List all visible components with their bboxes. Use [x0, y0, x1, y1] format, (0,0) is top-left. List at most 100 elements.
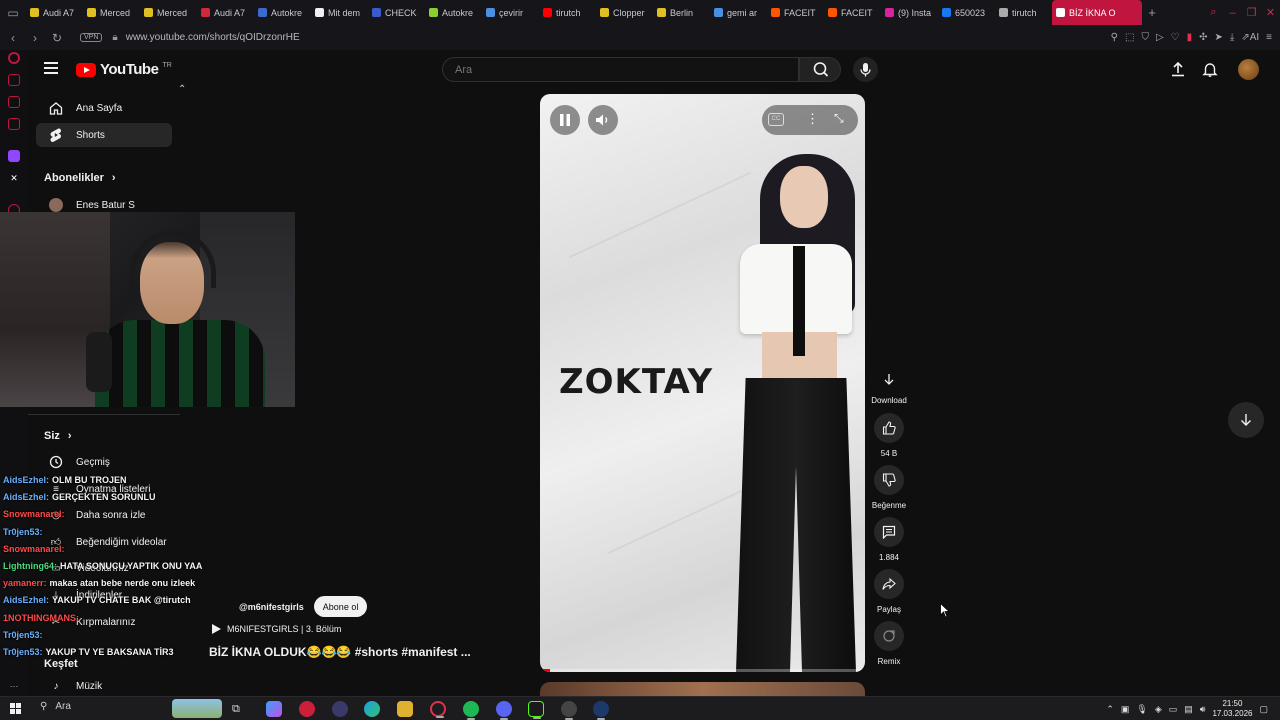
file-explorer-icon[interactable]	[397, 701, 413, 717]
browser-tab[interactable]: tirutch	[539, 0, 596, 25]
share-button[interactable]	[874, 569, 904, 599]
browser-tab[interactable]: FACEIT	[824, 0, 881, 25]
hamburger-menu-icon[interactable]	[44, 62, 58, 74]
sidebar-toggle-icon[interactable]: ▮	[1187, 32, 1193, 43]
browser-tab[interactable]: Mit dem	[311, 0, 368, 25]
tray-app-icon[interactable]: ◈	[1155, 704, 1162, 715]
history-icon[interactable]	[8, 118, 20, 130]
browser-tab[interactable]: Audi A7	[197, 0, 254, 25]
sidebar-collapse-icon[interactable]: ⌃	[178, 84, 186, 95]
fullscreen-icon[interactable]: ⤡	[834, 111, 844, 126]
dislike-action[interactable]: Beğenme	[870, 465, 908, 510]
close-button[interactable]: ✕	[1261, 6, 1280, 19]
edge-icon[interactable]	[364, 701, 380, 717]
remix-action[interactable]: Remix	[870, 621, 908, 666]
workspaces-icon[interactable]: ▭	[0, 6, 26, 20]
voice-search-button[interactable]	[853, 57, 878, 82]
search-button[interactable]	[799, 57, 841, 82]
messenger-icon[interactable]	[8, 96, 20, 108]
kick-icon[interactable]	[528, 701, 544, 719]
extensions-icon[interactable]: ✣	[1199, 32, 1207, 43]
pin-icon[interactable]: ⚲	[1111, 32, 1118, 43]
lock-icon[interactable]: 🔒︎	[112, 32, 117, 43]
browser-tab[interactable]: çevirir	[482, 0, 539, 25]
browser-tab[interactable]: Autokre	[254, 0, 311, 25]
youtube-logo[interactable]: YouTube TR	[76, 61, 172, 78]
more-options-icon[interactable]: ⋮	[806, 111, 819, 127]
reload-icon[interactable]: ↻	[48, 31, 66, 45]
next-short-button[interactable]	[1228, 402, 1264, 438]
browser-tab[interactable]: Merced	[140, 0, 197, 25]
x-icon[interactable]: ✕	[8, 172, 20, 184]
video-progress-bar[interactable]	[540, 669, 865, 672]
search-tabs-icon[interactable]: ⌕	[1204, 6, 1223, 19]
spotify-icon[interactable]	[463, 701, 479, 720]
task-view-icon[interactable]: ⧉	[232, 701, 248, 717]
dislike-button[interactable]	[874, 465, 904, 495]
play-icon[interactable]: ▷	[1156, 32, 1164, 43]
sidebar-item-shorts[interactable]: Shorts	[36, 123, 172, 147]
browser-tab[interactable]: gemi ar	[710, 0, 767, 25]
sidebar-item-history[interactable]: Geçmiş	[36, 450, 172, 474]
browser-tab[interactable]: (9) Insta	[881, 0, 938, 25]
vpn-badge[interactable]: VPN	[80, 33, 103, 42]
sidebar-item-home[interactable]: Ana Sayfa	[36, 96, 172, 120]
like-action[interactable]: 54 B	[870, 413, 908, 458]
faceit-icon[interactable]	[561, 701, 577, 720]
comments-button[interactable]	[874, 517, 904, 547]
weather-widget[interactable]	[172, 699, 222, 718]
more-icon[interactable]: …	[8, 678, 20, 690]
browser-tab[interactable]: FACEIT	[767, 0, 824, 25]
snapshot-icon[interactable]: ⬚	[1125, 32, 1134, 43]
maximize-button[interactable]: ❐	[1242, 6, 1261, 19]
browser-tab[interactable]: Berlin	[653, 0, 710, 25]
battery-icon[interactable]: ▤	[1184, 704, 1193, 715]
bookmark-icon[interactable]: ♡	[1171, 32, 1180, 43]
new-tab-button[interactable]: +	[1142, 5, 1162, 20]
aria-icon[interactable]	[8, 74, 20, 86]
browser-tab[interactable]: CHECK	[368, 0, 425, 25]
pause-button[interactable]	[550, 105, 580, 135]
subscriptions-heading[interactable]: Abonelikler ›	[44, 172, 116, 184]
sidebar-item-music[interactable]: ♪ Müzik	[36, 674, 172, 698]
twitch-icon[interactable]	[8, 150, 20, 162]
browser-tab[interactable]: tirutch	[995, 0, 1052, 25]
browser-tab[interactable]: Autokre	[425, 0, 482, 25]
taskbar-clock[interactable]: 21:50 17.03.2026	[1212, 699, 1252, 719]
menu-icon[interactable]: ≡	[1266, 32, 1272, 43]
download-icon[interactable]: ⤓	[1230, 32, 1234, 43]
microphone-icon[interactable]: 🎙︎	[1136, 704, 1147, 715]
steam-icon[interactable]	[593, 701, 609, 720]
minimize-button[interactable]: –	[1223, 7, 1242, 19]
ai-icon[interactable]: ⇗AI	[1241, 32, 1259, 43]
discord-icon[interactable]	[496, 701, 512, 720]
notifications-icon[interactable]: ▢	[1259, 704, 1268, 715]
taskbar-search[interactable]: ⚲ Ara	[40, 701, 71, 712]
volume-button[interactable]	[588, 105, 618, 135]
browser-tab[interactable]: Merced	[83, 0, 140, 25]
browser-tab[interactable]: 650023	[938, 0, 995, 25]
download-action[interactable]: Download	[870, 368, 908, 405]
short-title[interactable]: BİZ İKNA OLDUK😂😂😂 #shorts #manifest ...	[209, 645, 471, 659]
browser-tab[interactable]: Clopper	[596, 0, 653, 25]
tray-app-icon[interactable]: ▣	[1121, 704, 1130, 715]
search-input[interactable]	[443, 58, 798, 81]
share-action[interactable]: Paylaş	[870, 569, 908, 614]
shorts-player[interactable]: ZOKTAY CC ⋮ ⤡	[540, 94, 865, 672]
chevron-up-icon[interactable]: ⌃	[1106, 704, 1114, 715]
notifications-button[interactable]	[1201, 60, 1219, 78]
network-icon[interactable]: ▭	[1169, 704, 1178, 715]
copilot-icon[interactable]	[266, 701, 282, 717]
comments-action[interactable]: 1.884	[870, 517, 908, 562]
tab-active[interactable]: BİZ İKNA O	[1052, 0, 1142, 25]
url-field[interactable]: www.youtube.com/shorts/qOIDrzonrHE	[126, 32, 300, 43]
create-upload-button[interactable]	[1169, 60, 1187, 78]
subscribe-button[interactable]: Abone ol	[313, 596, 368, 617]
you-heading[interactable]: Siz ›	[44, 430, 72, 442]
send-icon[interactable]: ➤	[1215, 32, 1223, 43]
forward-icon[interactable]: ›	[26, 31, 44, 45]
back-icon[interactable]: ‹	[4, 31, 22, 45]
windows-start-icon[interactable]	[10, 703, 22, 715]
remix-button[interactable]	[874, 621, 904, 651]
like-button[interactable]	[874, 413, 904, 443]
